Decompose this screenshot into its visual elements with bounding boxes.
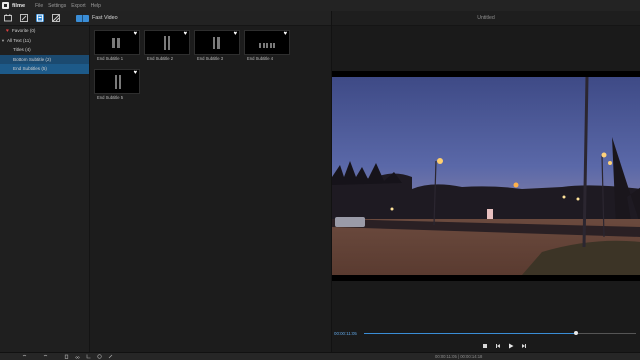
thumbnail-preview[interactable]: ♥ xyxy=(194,30,240,55)
thumbnail-end-subtitle-2[interactable]: ♥ End Subtitle 2 xyxy=(144,30,190,65)
subtitle-preview-graphic xyxy=(213,37,220,49)
thumbnail-label: End Subtitle 5 xyxy=(97,95,124,100)
subtitle-preview-graphic xyxy=(115,75,121,89)
heart-icon: ♥ xyxy=(6,27,9,34)
app-logo-icon xyxy=(2,2,9,9)
menu-file[interactable]: File xyxy=(35,3,43,9)
next-frame-icon[interactable] xyxy=(521,343,527,349)
crop-icon[interactable] xyxy=(86,354,91,359)
thumbnail-end-subtitle-3[interactable]: ♥ End Subtitle 3 xyxy=(194,30,240,65)
play-icon[interactable] xyxy=(508,343,514,349)
tree-item-titles[interactable]: Titles (4) xyxy=(0,45,89,55)
video-preview[interactable] xyxy=(332,71,640,281)
tree-item-label: Favorite (0) xyxy=(11,28,36,34)
undo-icon[interactable] xyxy=(22,354,27,359)
filter-icon[interactable] xyxy=(52,14,60,22)
media-toolbar: Fast Video xyxy=(0,11,331,26)
transition-icon[interactable] xyxy=(36,14,44,22)
tree-item-all-text[interactable]: ▼ All Text (11) xyxy=(0,36,89,46)
thumbnail-label: End Subtitle 1 xyxy=(97,56,124,61)
thumbnail-end-subtitle-1[interactable]: ♥ End Subtitle 1 xyxy=(94,30,140,65)
tree-item-label: Titles (4) xyxy=(13,47,31,53)
video-frame-image xyxy=(332,77,640,275)
edit-icon[interactable] xyxy=(108,354,113,359)
menu-settings[interactable]: Settings xyxy=(48,3,66,9)
tree-item-label: End Subtitles (5) xyxy=(13,66,47,72)
fast-video-icon[interactable] xyxy=(76,14,89,22)
subtitle-preview-graphic xyxy=(164,36,170,50)
menu-bar: filme File Settings Export Help xyxy=(0,0,640,11)
timeline-time-readout: 00:00:11:05 | 00:00:14:18 xyxy=(435,354,483,359)
thumbnail-preview[interactable]: ♥ xyxy=(144,30,190,55)
thumbnail-end-subtitle-4[interactable]: ♥ End Subtitle 4 xyxy=(244,30,290,65)
tree-item-favorite[interactable]: ♥ Favorite (0) xyxy=(0,26,89,36)
thumbnail-grid: ♥ End Subtitle 1 ♥ End Subtitle 2 ♥ End … xyxy=(91,26,331,352)
tree-item-label: All Text (11) xyxy=(6,37,31,43)
thumbnail-label: End Subtitle 3 xyxy=(197,56,224,61)
timer-icon[interactable] xyxy=(97,354,102,359)
previous-frame-icon[interactable] xyxy=(495,343,501,349)
tree-item-bottom-subtitle[interactable]: Bottom Subtitle (2) xyxy=(0,54,89,64)
playback-scrubber[interactable] xyxy=(364,331,636,335)
thumbnail-label: End Subtitle 2 xyxy=(147,56,174,61)
text-icon[interactable] xyxy=(20,14,28,22)
category-tree: ♥ Favorite (0) ▼ All Text (11) Titles (4… xyxy=(0,26,90,352)
menu-help[interactable]: Help xyxy=(91,3,101,9)
subtitle-preview-graphic xyxy=(259,43,275,48)
tree-item-label: Bottom Subtitle (2) xyxy=(13,56,52,62)
fast-video-label[interactable]: Fast Video xyxy=(92,15,118,21)
current-timecode: 00:00:11:05 xyxy=(334,331,357,336)
playback-controls xyxy=(482,343,527,349)
thumbnail-end-subtitle-5[interactable]: ♥ End Subtitle 5 xyxy=(94,69,140,104)
app-name: filme xyxy=(12,2,26,9)
preview-panel: Untitled 00:00:11:05 xyxy=(331,11,640,352)
cut-icon[interactable] xyxy=(75,354,80,359)
favorite-heart-icon[interactable]: ♥ xyxy=(133,31,137,38)
favorite-heart-icon[interactable]: ♥ xyxy=(183,31,187,38)
favorite-heart-icon[interactable]: ♥ xyxy=(133,70,137,77)
menu-export[interactable]: Export xyxy=(71,3,85,9)
media-icon[interactable] xyxy=(4,14,12,22)
thumbnail-preview[interactable]: ♥ xyxy=(244,30,290,55)
stop-icon[interactable] xyxy=(482,343,488,349)
tree-item-end-subtitles[interactable]: End Subtitles (5) xyxy=(0,64,89,74)
thumbnail-preview[interactable]: ♥ xyxy=(94,30,140,55)
scrubber-handle[interactable] xyxy=(574,331,579,335)
delete-icon[interactable] xyxy=(64,354,69,359)
scrubber-progress xyxy=(364,333,577,334)
favorite-heart-icon[interactable]: ♥ xyxy=(283,31,287,38)
subtitle-preview-graphic xyxy=(112,38,120,48)
caret-down-icon[interactable]: ▼ xyxy=(1,38,5,43)
thumbnail-label: End Subtitle 4 xyxy=(247,56,274,61)
favorite-heart-icon[interactable]: ♥ xyxy=(233,31,237,38)
redo-icon[interactable] xyxy=(43,354,48,359)
thumbnail-preview[interactable]: ♥ xyxy=(94,69,140,94)
project-title: Untitled xyxy=(332,11,640,26)
timeline-toolbar: 00:00:11:05 | 00:00:14:18 xyxy=(0,352,640,360)
